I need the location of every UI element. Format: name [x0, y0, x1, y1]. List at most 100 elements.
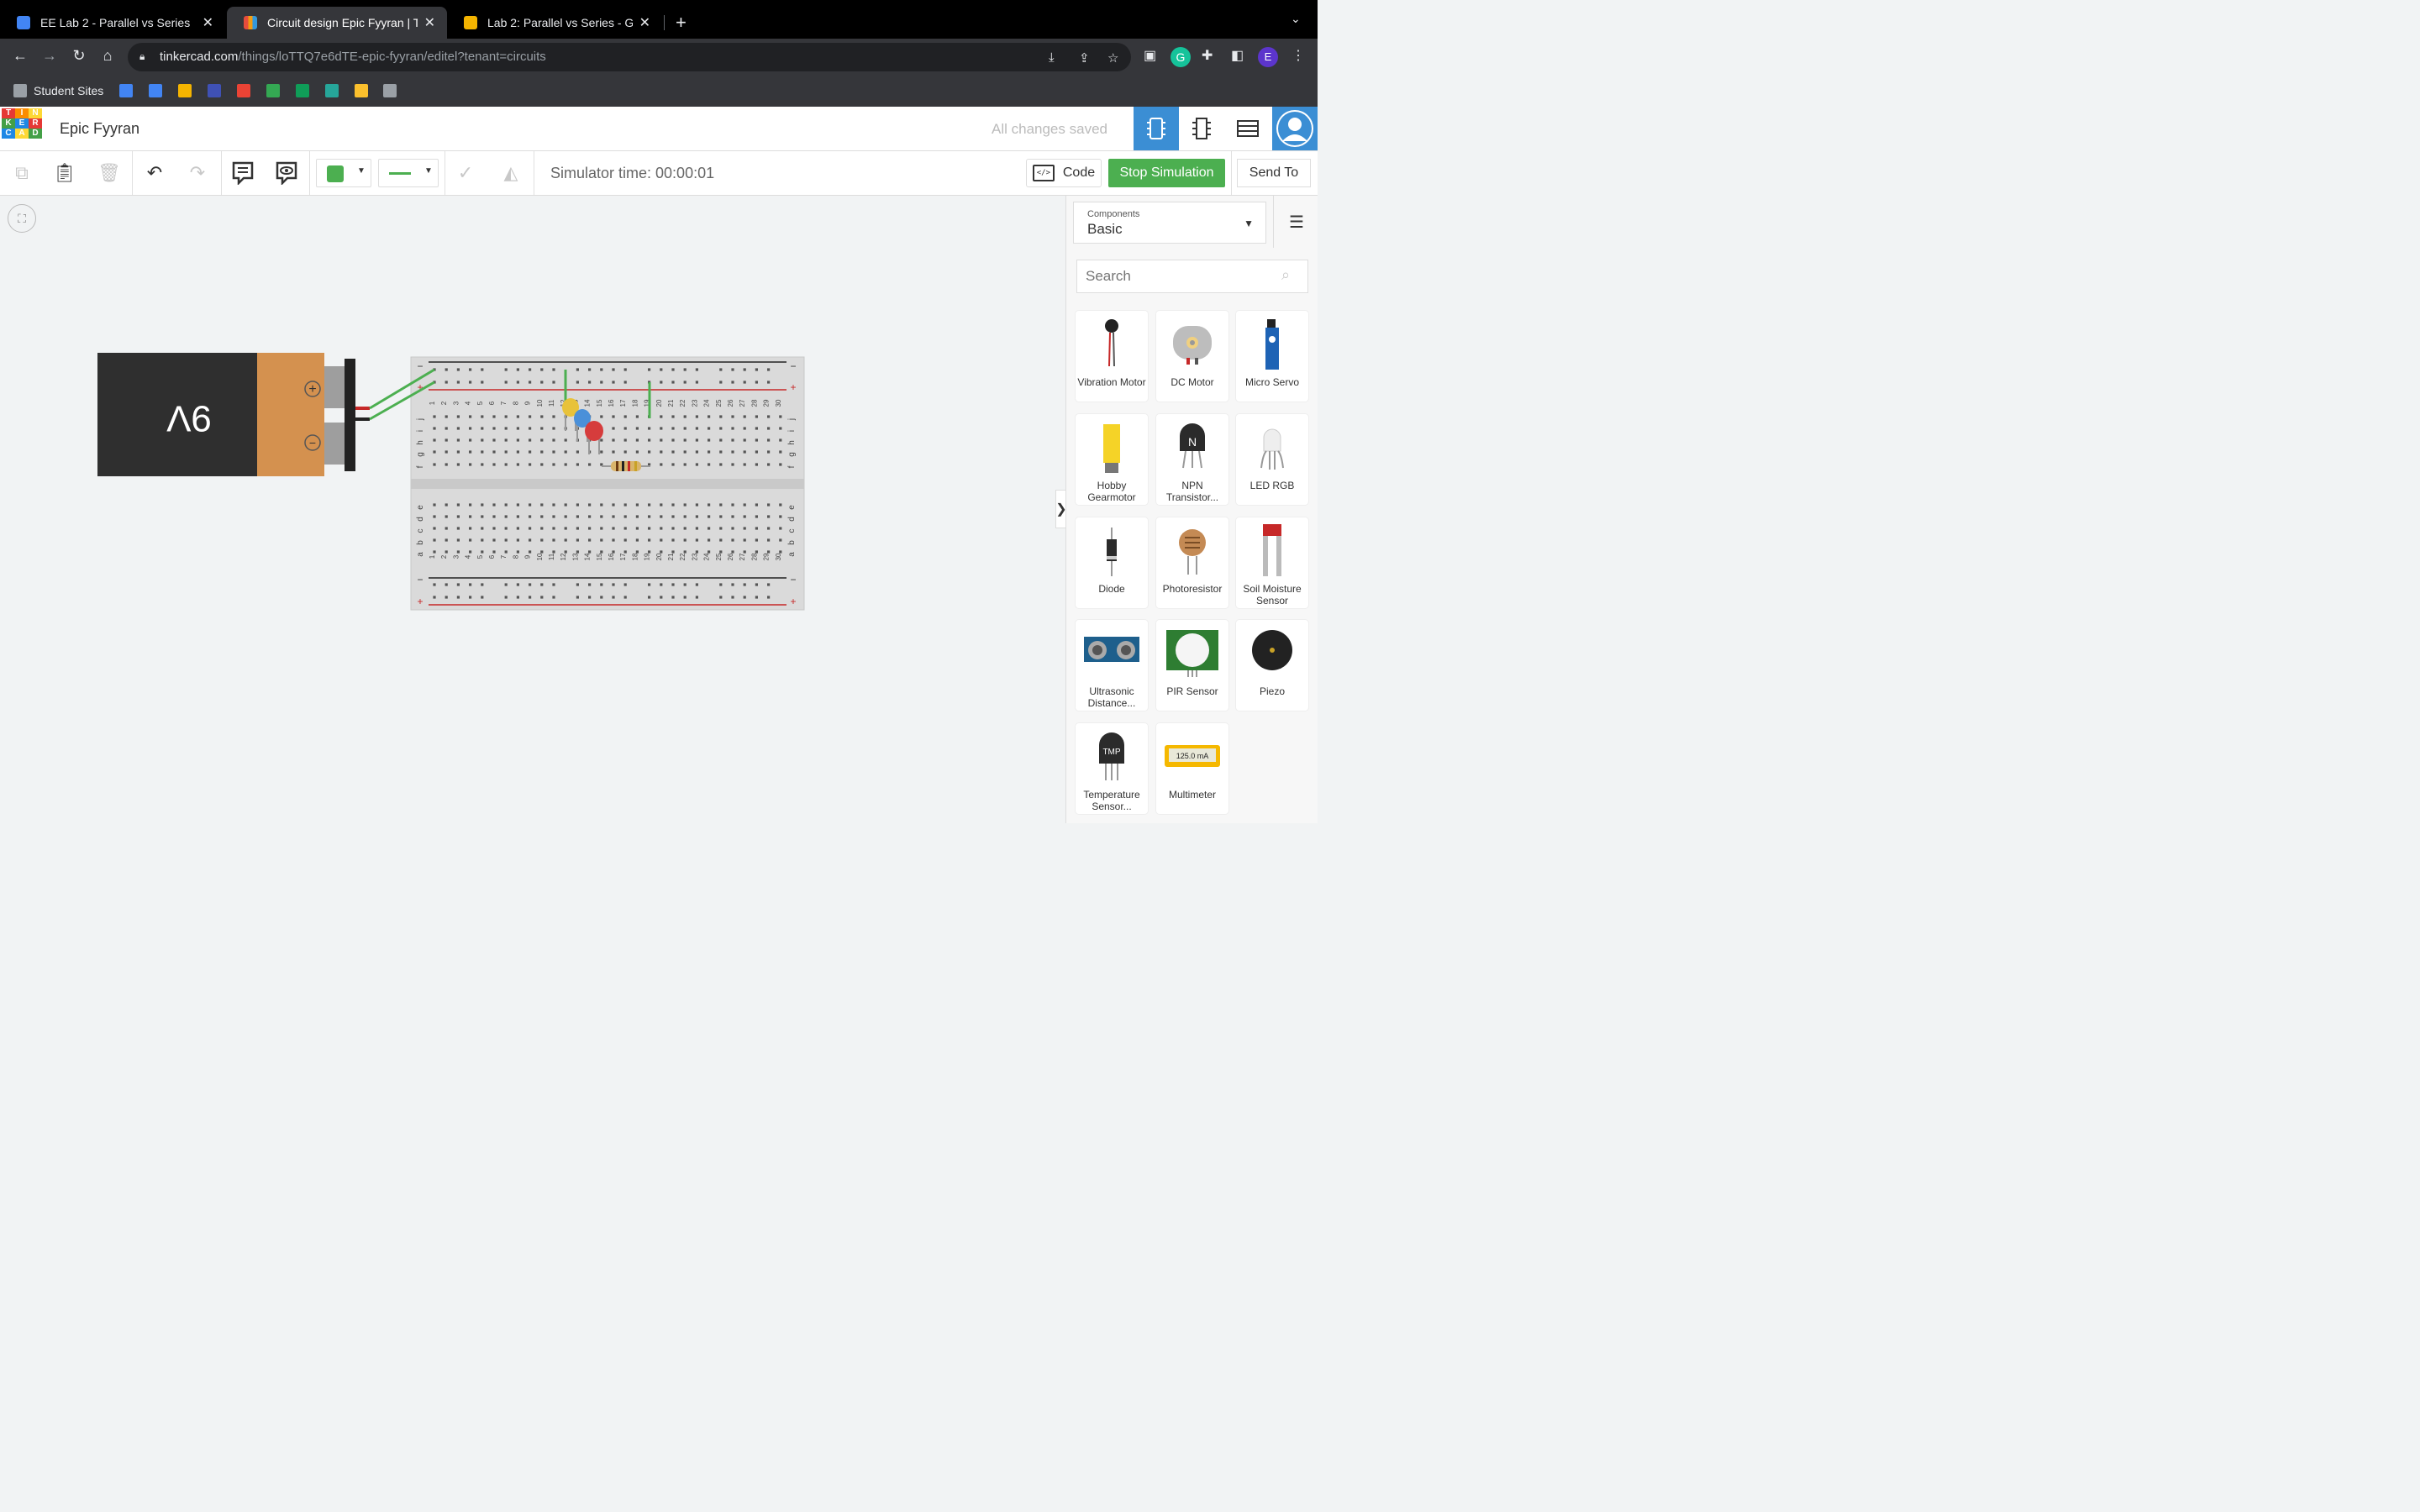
- breadboard-hole[interactable]: [743, 527, 746, 530]
- breadboard-hole[interactable]: [671, 381, 675, 384]
- breadboard-hole[interactable]: [456, 538, 460, 542]
- breadboard-hole[interactable]: [708, 427, 711, 430]
- breadboard-hole[interactable]: [660, 450, 663, 454]
- breadboard-hole[interactable]: [552, 438, 555, 442]
- breadboard-hole[interactable]: [552, 415, 555, 418]
- breadboard-hole[interactable]: [445, 515, 448, 518]
- breadboard-hole[interactable]: [671, 427, 675, 430]
- breadboard-hole[interactable]: [648, 438, 651, 442]
- breadboard-hole[interactable]: [469, 503, 472, 507]
- breadboard-hole[interactable]: [660, 463, 663, 466]
- breadboard-hole[interactable]: [779, 515, 782, 518]
- breadboard-hole[interactable]: [731, 538, 734, 542]
- breadboard-hole[interactable]: [576, 596, 579, 599]
- breadboard-hole[interactable]: [600, 450, 603, 454]
- breadboard-hole[interactable]: [635, 538, 639, 542]
- breadboard-hole[interactable]: [683, 596, 687, 599]
- breadboard-hole[interactable]: [588, 538, 592, 542]
- breadboard-hole[interactable]: [529, 527, 532, 530]
- breadboard-hole[interactable]: [743, 415, 746, 418]
- slides-icon[interactable]: [178, 83, 192, 98]
- breadboard-hole[interactable]: [635, 450, 639, 454]
- breadboard-hole[interactable]: [612, 583, 615, 586]
- breadboard-hole[interactable]: [755, 550, 758, 554]
- breadboard-hole[interactable]: [456, 503, 460, 507]
- breadboard-hole[interactable]: [755, 463, 758, 466]
- breadboard-hole[interactable]: [564, 438, 567, 442]
- breadboard-hole[interactable]: [433, 583, 436, 586]
- component-ultrasonic-sensor[interactable]: Ultrasonic Distance...: [1076, 620, 1148, 711]
- breadboard-hole[interactable]: [743, 503, 746, 507]
- breadboard-hole[interactable]: [635, 515, 639, 518]
- breadboard-hole[interactable]: [743, 368, 746, 371]
- folder-icon[interactable]: [383, 83, 397, 98]
- breadboard-hole[interactable]: [731, 368, 734, 371]
- breadboard-hole[interactable]: [481, 427, 484, 430]
- breadboard-hole[interactable]: [492, 503, 496, 507]
- stop-simulation-button[interactable]: Stop Simulation: [1108, 159, 1225, 187]
- close-icon[interactable]: ✕: [639, 14, 650, 31]
- breadboard-hole[interactable]: [588, 527, 592, 530]
- breadboard-hole[interactable]: [671, 503, 675, 507]
- bookmark-student-sites[interactable]: Student Sites: [13, 83, 103, 98]
- breadboard-hole[interactable]: [635, 550, 639, 554]
- breadboard-hole[interactable]: [552, 381, 555, 384]
- breadboard-hole[interactable]: [576, 368, 579, 371]
- breadboard-hole[interactable]: [648, 527, 651, 530]
- breadboard-hole[interactable]: [529, 427, 532, 430]
- breadboard-hole[interactable]: [779, 550, 782, 554]
- breadboard-hole[interactable]: [719, 463, 723, 466]
- docs-icon[interactable]: [149, 83, 162, 98]
- breadboard-hole[interactable]: [708, 527, 711, 530]
- breadboard-hole[interactable]: [492, 527, 496, 530]
- breadboard-hole[interactable]: [695, 415, 698, 418]
- breadboard-hole[interactable]: [612, 415, 615, 418]
- breadboard-hole[interactable]: [731, 550, 734, 554]
- new-tab-button[interactable]: +: [676, 12, 687, 34]
- breadboard-hole[interactable]: [683, 427, 687, 430]
- breadboard-hole[interactable]: [779, 463, 782, 466]
- breadboard-hole[interactable]: [660, 427, 663, 430]
- breadboard-hole[interactable]: [576, 583, 579, 586]
- breadboard-hole[interactable]: [564, 450, 567, 454]
- breadboard-hole[interactable]: [623, 368, 627, 371]
- breadboard-hole[interactable]: [612, 515, 615, 518]
- breadboard-hole[interactable]: [516, 550, 519, 554]
- breadboard-hole[interactable]: [695, 450, 698, 454]
- breadboard-hole[interactable]: [779, 503, 782, 507]
- breadboard-hole[interactable]: [492, 438, 496, 442]
- breadboard-hole[interactable]: [445, 503, 448, 507]
- breadboard-hole[interactable]: [576, 381, 579, 384]
- breadboard-hole[interactable]: [755, 583, 758, 586]
- component-hobby-gearmotor[interactable]: Hobby Gearmotor: [1076, 414, 1148, 505]
- breadboard-hole[interactable]: [600, 503, 603, 507]
- breadboard-hole[interactable]: [516, 427, 519, 430]
- breadboard-hole[interactable]: [456, 368, 460, 371]
- breadboard-hole[interactable]: [719, 538, 723, 542]
- breadboard-hole[interactable]: [671, 368, 675, 371]
- breadboard-hole[interactable]: [683, 438, 687, 442]
- breadboard-hole[interactable]: [552, 538, 555, 542]
- breadboard-hole[interactable]: [623, 381, 627, 384]
- breadboard-hole[interactable]: [612, 438, 615, 442]
- breadboard-hole[interactable]: [695, 538, 698, 542]
- breadboard-hole[interactable]: [433, 450, 436, 454]
- breadboard-hole[interactable]: [540, 515, 544, 518]
- component-temperature-sensor[interactable]: TMP Temperature Sensor...: [1076, 723, 1148, 814]
- breadboard-hole[interactable]: [683, 538, 687, 542]
- breadboard-hole[interactable]: [743, 450, 746, 454]
- breadboard-hole[interactable]: [660, 503, 663, 507]
- breadboard-hole[interactable]: [481, 527, 484, 530]
- breadboard-hole[interactable]: [612, 450, 615, 454]
- breadboard-hole[interactable]: [600, 550, 603, 554]
- breadboard-hole[interactable]: [552, 368, 555, 371]
- breadboard-hole[interactable]: [623, 515, 627, 518]
- breadboard-hole[interactable]: [719, 368, 723, 371]
- breadboard-hole[interactable]: [576, 463, 579, 466]
- breadboard-hole[interactable]: [719, 381, 723, 384]
- breadboard-hole[interactable]: [552, 550, 555, 554]
- breadboard-hole[interactable]: [516, 527, 519, 530]
- tab-ee-lab[interactable]: EE Lab 2 - Parallel vs Series ✕: [0, 7, 225, 39]
- breadboard-hole[interactable]: [516, 515, 519, 518]
- breadboard-hole[interactable]: [695, 515, 698, 518]
